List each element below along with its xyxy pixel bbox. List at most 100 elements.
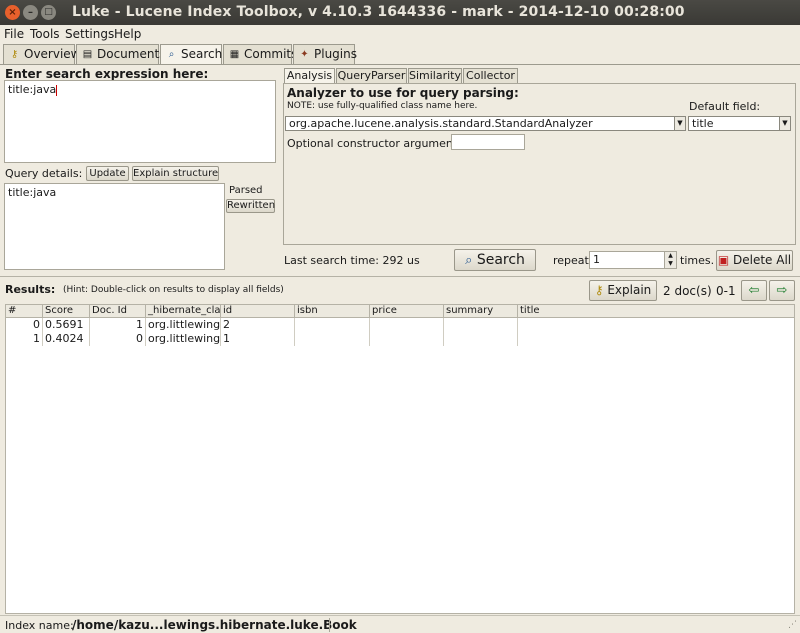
- tab-similarity[interactable]: Similarity: [408, 68, 462, 84]
- magnifier-icon: ⌕: [168, 49, 175, 60]
- tab-analysis[interactable]: Analysis: [284, 68, 335, 84]
- table-row[interactable]: 1 0.4024 0 org.littlewing 1: [6, 332, 794, 346]
- column-header[interactable]: #: [6, 305, 43, 317]
- column-header[interactable]: id: [221, 305, 295, 317]
- results-hint: (Hint: Double-click on results to displa…: [63, 285, 284, 295]
- table-cell: 1: [221, 332, 295, 346]
- result-range: 0-1: [716, 284, 736, 298]
- search-button[interactable]: ⌕ Search: [454, 249, 536, 271]
- key-icon: ⚷: [10, 49, 19, 60]
- key-icon: ⚷: [594, 283, 604, 297]
- table-cell: [444, 332, 518, 346]
- constructor-argument-input[interactable]: [451, 134, 525, 150]
- table-cell: 1: [90, 318, 146, 332]
- last-search-time: Last search time: 292 us: [284, 254, 420, 267]
- doc-count: 2 doc(s): [663, 284, 712, 298]
- next-page-button[interactable]: ⇨: [769, 280, 795, 301]
- parsed-label[interactable]: Parsed: [229, 185, 263, 196]
- table-cell: 0.5691: [43, 318, 90, 332]
- column-header[interactable]: Doc. Id: [90, 305, 146, 317]
- results-table-header: # Score Doc. Id _hibernate_cla id isbn p…: [5, 304, 795, 318]
- tab-documents[interactable]: ▤ Documents: [76, 44, 165, 64]
- tab-overview[interactable]: ⚷ Overview: [3, 44, 81, 64]
- table-cell: [295, 318, 370, 332]
- parsed-query-output: title:java: [4, 183, 225, 270]
- maximize-window-button[interactable]: □: [41, 5, 56, 20]
- table-cell: [295, 332, 370, 346]
- column-header[interactable]: summary: [444, 305, 518, 317]
- results-table-body: 0 0.5691 1 org.littlewing 2 1 0.4024 0 o…: [5, 318, 795, 614]
- table-cell: 0: [90, 332, 146, 346]
- tab-search[interactable]: ⌕ Search: [160, 44, 222, 64]
- repeat-label: repeat: [553, 254, 589, 267]
- constructor-label: Optional constructor argument:: [287, 137, 461, 150]
- menu-help[interactable]: Help: [114, 27, 141, 41]
- title-bar: × – □ Luke - Lucene Index Toolbox, v 4.1…: [0, 0, 800, 25]
- table-cell: org.littlewing: [148, 332, 221, 346]
- table-cell: 0.4024: [43, 332, 90, 346]
- table-cell: [518, 318, 794, 332]
- column-header[interactable]: isbn: [295, 305, 370, 317]
- magnifier-icon: ⌕: [465, 253, 473, 268]
- spinner-arrows-icon[interactable]: ▲ ▼: [664, 252, 676, 268]
- times-label: times.: [680, 254, 715, 267]
- resize-grip-icon[interactable]: ⋰: [788, 620, 798, 630]
- index-path: /home/kazu...lewings.hibernate.luke.Book: [72, 618, 357, 632]
- tab-plugins[interactable]: ✦ Plugins: [293, 44, 357, 64]
- analyzer-note: NOTE: use fully-qualified class name her…: [287, 101, 478, 111]
- tab-commits[interactable]: ▦ Commits: [223, 44, 297, 64]
- arrow-left-icon: ⇦: [748, 283, 760, 298]
- query-details-label: Query details:: [5, 167, 83, 180]
- table-cell: [518, 332, 794, 346]
- table-cell: 0: [6, 318, 43, 332]
- tab-separator: [0, 64, 800, 65]
- close-window-button[interactable]: ×: [5, 5, 20, 20]
- commits-icon: ▦: [229, 49, 240, 60]
- delete-all-button[interactable]: ▣ Delete All: [716, 250, 793, 271]
- document-icon: ▤: [82, 49, 93, 60]
- table-cell: [444, 318, 518, 332]
- explain-button[interactable]: ⚷ Explain: [589, 280, 657, 301]
- plugin-icon: ✦: [300, 49, 309, 60]
- default-field-select[interactable]: title ▼: [688, 116, 791, 131]
- index-name-label: Index name:: [5, 619, 74, 632]
- column-header[interactable]: _hibernate_cla: [146, 305, 221, 317]
- window-title: Luke - Lucene Index Toolbox, v 4.10.3 16…: [72, 4, 685, 20]
- rewritten-button[interactable]: Rewritten: [226, 199, 275, 213]
- status-bar: Index name: /home/kazu...lewings.hiberna…: [0, 615, 800, 633]
- tab-queryparser[interactable]: QueryParser: [336, 68, 407, 84]
- table-cell: 1: [6, 332, 43, 346]
- column-header[interactable]: Score: [43, 305, 90, 317]
- chevron-down-icon: ▼: [674, 117, 685, 130]
- menu-file[interactable]: File: [4, 27, 24, 41]
- default-field-label: Default field:: [689, 100, 761, 113]
- repeat-spinner[interactable]: 1 ▲ ▼: [589, 251, 677, 269]
- table-cell: [370, 332, 444, 346]
- delete-icon: ▣: [717, 253, 730, 267]
- menu-tools[interactable]: Tools: [30, 27, 60, 41]
- explain-structure-button[interactable]: Explain structure: [132, 166, 219, 181]
- section-divider: [0, 276, 800, 277]
- status-divider: [329, 618, 330, 632]
- main-tabs: ⚷ Overview ▤ Documents ⌕ Search ▦ Commit…: [0, 43, 800, 64]
- menu-settings[interactable]: Settings: [65, 27, 114, 41]
- text-cursor: [56, 84, 58, 96]
- column-header[interactable]: title: [518, 305, 794, 317]
- table-row[interactable]: 0 0.5691 1 org.littlewing 2: [6, 318, 794, 332]
- update-button[interactable]: Update: [86, 166, 129, 181]
- table-cell: [370, 318, 444, 332]
- results-label: Results:: [5, 283, 56, 296]
- search-expression-label: Enter search expression here:: [5, 67, 209, 81]
- tab-collector[interactable]: Collector: [463, 68, 518, 84]
- table-cell: 2: [221, 318, 295, 332]
- menu-bar: File Tools Settings Help: [0, 25, 800, 43]
- analyzer-heading: Analyzer to use for query parsing:: [287, 86, 519, 100]
- table-cell: org.littlewing: [148, 318, 221, 332]
- minimize-window-button[interactable]: –: [23, 5, 38, 20]
- search-expression-input[interactable]: title:java: [4, 80, 276, 163]
- arrow-right-icon: ⇨: [776, 283, 788, 298]
- analyzer-select[interactable]: org.apache.lucene.analysis.standard.Stan…: [285, 116, 686, 131]
- previous-page-button[interactable]: ⇦: [741, 280, 767, 301]
- chevron-down-icon: ▼: [779, 117, 790, 130]
- column-header[interactable]: price: [370, 305, 444, 317]
